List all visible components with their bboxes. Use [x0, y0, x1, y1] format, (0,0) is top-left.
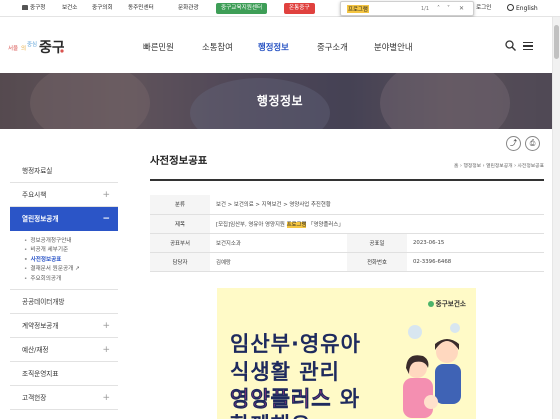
site-header: 서울 의 중심 중구 빠른민원 소통참여 행정정보 중구소개 분야별안내: [0, 17, 560, 73]
health-center-logo-icon: [427, 301, 434, 307]
sidebar-item-admin-archive[interactable]: 행정자료실: [10, 159, 118, 183]
gnb-about-junggu[interactable]: 중구소개: [317, 41, 348, 53]
gnb-admin-info[interactable]: 행정정보: [258, 41, 289, 53]
date-value: 2023-06-15: [407, 233, 544, 253]
subject-label: 제목: [150, 214, 210, 234]
breadcrumb-home[interactable]: 홈: [454, 164, 458, 169]
sidebar-item-key-policies[interactable]: 주요시책 +: [10, 183, 118, 207]
submenu-item-meetings[interactable]: 주요회의공개: [24, 275, 118, 284]
gnb-quick-civil[interactable]: 빠른민원: [143, 41, 174, 53]
gnb-participation[interactable]: 소통참여: [202, 41, 233, 53]
sidebar-submenu: 정보공개청구안내 비공개 세부기준 사전정보공표 결재문서 원문공개 ↗ 주요회…: [10, 231, 118, 291]
english-link[interactable]: English: [507, 0, 538, 17]
junggu-logo[interactable]: 서울 의 중심 중구: [8, 34, 64, 56]
svg-text:중심: 중심: [27, 40, 37, 48]
home-icon: [22, 5, 28, 10]
table-row: 제목 [모집]임산부, 영유아 영양지원 프로그램 「영양플러스」: [150, 214, 544, 234]
breadcrumb-admin-info[interactable]: 행정정보: [463, 164, 481, 169]
print-button[interactable]: ⎙: [525, 136, 540, 151]
sidebar-item-contract-info[interactable]: 계약정보공개 +: [10, 314, 118, 339]
submenu-item-pre-disclosure[interactable]: 사전정보공표: [24, 256, 118, 265]
scrollbar-thumb[interactable]: [554, 25, 559, 59]
menu-icon[interactable]: [523, 42, 533, 50]
topbar-link-junggu[interactable]: 중구청: [22, 0, 45, 17]
topbar-link-council[interactable]: 중구의회: [92, 0, 113, 17]
globe-icon: [507, 4, 514, 11]
sidebar-item-public-data[interactable]: 공공데이터개방: [10, 290, 118, 315]
find-highlight: 프로그램: [286, 221, 307, 228]
submenu-item-nondisclosure[interactable]: 비공개 세부기준: [24, 246, 118, 255]
find-in-page-bar[interactable]: 프로그램 1/1 ˄ ˅ ✕: [340, 1, 474, 16]
find-count: 1/1: [421, 6, 430, 12]
topbar-link-community-center[interactable]: 동주민센터: [128, 0, 154, 17]
table-row: 담당자 김예랑 전화번호 02-3396-6468: [150, 252, 544, 272]
phone-value: 02-3396-6468: [407, 252, 544, 272]
banner-title: 행정정보: [256, 94, 304, 108]
page-scrollbar[interactable]: [552, 17, 560, 419]
sidebar-item-org-index[interactable]: 조직운영지표: [10, 362, 118, 387]
dept-value: 보건지소과: [210, 233, 347, 253]
print-icon: ⎙: [529, 139, 536, 147]
find-next-icon[interactable]: ˅: [447, 5, 450, 12]
find-close-icon[interactable]: ✕: [459, 5, 464, 12]
topbar-link-culture[interactable]: 문화관광: [178, 0, 199, 17]
breadcrumb-current: 사전정보공표: [517, 164, 544, 169]
gnb-field-guide[interactable]: 분야별안내: [374, 41, 413, 53]
category-value: 보건 > 보건의료 > 지역보건 > 영양사업 추진현황: [210, 195, 544, 215]
login-link[interactable]: 로그인: [476, 0, 491, 17]
share-icon: ⤴: [510, 139, 517, 147]
subject-value: [모집]임산부, 영유아 영양지원 프로그램 「영양플러스」: [210, 214, 544, 234]
find-query[interactable]: 프로그램: [347, 5, 369, 13]
date-label: 공표일: [347, 233, 407, 253]
plus-icon: +: [102, 345, 110, 356]
breadcrumb-open-info[interactable]: 열린정보공개: [486, 164, 512, 169]
edu-center-button[interactable]: 중구교육지원센터: [216, 3, 268, 14]
poster-org: 중구보건소: [427, 298, 466, 308]
sidebar-item-budget[interactable]: 예산/재정 +: [10, 338, 118, 363]
program-poster: 중구보건소 임산부·영유아 식생활 관리 영양플러스 와 함께해요: [217, 288, 476, 419]
sidebar-item-customer-charter[interactable]: 고객헌장 +: [10, 386, 118, 411]
external-link-icon: ↗: [75, 266, 80, 273]
submenu-item-request-guide[interactable]: 정보공개청구안내: [24, 237, 118, 246]
main-content: 사전정보공표 홈 › 행정정보 › 열린정보공개 › 사전정보공표 분류 보건 …: [150, 152, 544, 419]
plus-icon: +: [102, 190, 110, 200]
sidebar-item-open-info[interactable]: 열린정보공개 −: [10, 207, 118, 231]
poster-headline-2: 식생활 관리: [230, 360, 340, 384]
poster-headline-4: 함께해요: [230, 409, 311, 419]
minus-icon: −: [102, 214, 110, 224]
search-icon[interactable]: [505, 40, 516, 51]
sidebar-nav: 행정자료실 주요시책+ 열린정보공개− 정보공개청구안내 비공개 세부기준 사전…: [10, 159, 118, 411]
table-row: 분류 보건 > 보건의료 > 지역보건 > 영양사업 추진현황: [150, 195, 544, 215]
disclosure-info-table: 분류 보건 > 보건의료 > 지역보건 > 영양사업 추진현황 제목 [모집]임…: [150, 195, 544, 272]
submenu-item-approval-docs[interactable]: 결재문서 원문공개 ↗: [24, 265, 118, 274]
person-label: 담당자: [150, 252, 210, 272]
title-divider: [150, 179, 544, 181]
svg-text:서울: 서울: [8, 44, 18, 52]
poster-headline-1: 임산부·영유아: [230, 332, 361, 356]
phone-label: 전화번호: [347, 252, 407, 272]
dept-label: 공표부서: [150, 233, 210, 253]
topbar-link-health[interactable]: 보건소: [62, 0, 77, 17]
top-utility-bar: 중구청 보건소 중구의회 동주민센터 문화관광 중구교육지원센터 온통중구 로그…: [0, 0, 560, 17]
person-value: 김예랑: [210, 252, 347, 272]
breadcrumb: 홈 › 행정정보 › 열린정보공개 › 사전정보공표: [454, 164, 544, 169]
share-button[interactable]: ⤴: [506, 136, 521, 151]
family-illustration: [403, 323, 461, 418]
table-row: 공표부서 보건지소과 공표일 2023-06-15: [150, 233, 544, 253]
page-banner: 행정정보: [0, 73, 560, 129]
plus-icon: +: [102, 321, 110, 332]
svg-text:의: 의: [21, 45, 26, 52]
find-prev-icon[interactable]: ˄: [437, 5, 440, 12]
category-label: 분류: [150, 195, 210, 215]
svg-text:중구: 중구: [39, 40, 64, 56]
ontong-junggu-button[interactable]: 온통중구: [284, 3, 315, 14]
plus-icon: +: [102, 393, 110, 404]
